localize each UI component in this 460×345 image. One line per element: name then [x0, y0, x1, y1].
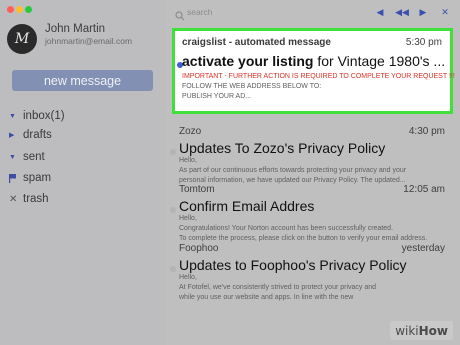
message-list-pane: ◀ ◀◀ ▶ ✕ craigslist - automated message …	[165, 0, 460, 345]
avatar-letter: M	[14, 31, 30, 47]
sidebar-item-label: drafts	[23, 129, 52, 141]
email-preview-line: As part of our continuous efforts toward…	[179, 167, 407, 174]
sidebar: M John Martin johnmartin@email.com new m…	[0, 0, 165, 345]
sidebar-item-label: trash	[23, 193, 49, 205]
prev-icon[interactable]: ◀	[372, 4, 388, 20]
email-preview-line: Congratulations! Your Norton account has…	[179, 225, 394, 232]
email-preview-line: Hello,	[179, 215, 197, 222]
minimize-window-button[interactable]	[16, 6, 23, 13]
email-time: yesterday	[401, 243, 445, 254]
email-sender: Tomtom	[179, 184, 215, 195]
read-dot-icon	[170, 149, 176, 155]
read-dot-icon	[170, 266, 176, 272]
toolbar: ◀ ◀◀ ▶ ✕	[165, 0, 460, 25]
email-time: 5:30 pm	[405, 37, 442, 48]
double-prev-icon[interactable]: ◀◀	[394, 4, 410, 20]
flag-icon	[9, 173, 23, 183]
sidebar-item-label: sent	[23, 151, 45, 163]
close-window-button[interactable]	[7, 6, 14, 13]
email-subject: Updates to Foophoo's Privacy Policy	[179, 257, 407, 273]
email-preview-line: PUBLISH YOUR AD...	[182, 93, 252, 100]
sidebar-item-trash[interactable]: ✕ trash	[9, 191, 49, 207]
sidebar-item-label: inbox(1)	[23, 110, 65, 122]
email-subject: activate your listing for Vintage 1980's…	[182, 53, 446, 69]
avatar[interactable]: M	[7, 24, 37, 54]
email-item[interactable]: Foophoo yesterday Updates to Foophoo's P…	[170, 237, 453, 317]
sidebar-item-drafts[interactable]: ▶ drafts	[9, 127, 52, 143]
email-subject: Confirm Email Addres	[179, 198, 315, 214]
triangle-down-icon: ▼	[9, 153, 16, 161]
email-preview-line: FOLLOW THE WEB ADDRESS BELOW TO:	[182, 83, 322, 90]
email-preview-line: At Fotofel, we've consistently strived t…	[179, 284, 377, 291]
zoom-window-button[interactable]	[25, 6, 32, 13]
close-icon[interactable]: ✕	[437, 4, 453, 20]
email-preview-line: Hello,	[179, 274, 197, 281]
user-name: John Martin	[45, 23, 106, 35]
email-preview-line: Hello,	[179, 157, 197, 164]
email-item[interactable]: craigslist - automated message 5:30 pm a…	[172, 28, 455, 114]
triangle-down-icon: ▼	[9, 112, 16, 120]
sidebar-item-label: spam	[23, 172, 52, 184]
sidebar-item-inbox[interactable]: ▼ inbox(1)	[9, 108, 65, 124]
new-message-button[interactable]: new message	[12, 70, 153, 91]
email-preview-line: while you use our website and apps. In l…	[179, 294, 354, 301]
search-input[interactable]	[187, 5, 327, 19]
email-sender: craigslist - automated message	[182, 37, 331, 48]
x-icon: ✕	[9, 193, 18, 205]
email-time: 4:30 pm	[408, 126, 445, 137]
sidebar-item-spam[interactable]: spam	[9, 170, 51, 186]
sidebar-item-sent[interactable]: ▼ sent	[9, 149, 45, 165]
email-warning: IMPORTANT - FURTHER ACTION IS REQUIRED T…	[182, 73, 455, 80]
next-icon[interactable]: ▶	[415, 4, 431, 20]
email-sender: Foophoo	[179, 243, 219, 254]
wikihow-watermark: wiki How	[390, 321, 453, 340]
triangle-right-icon: ▶	[9, 132, 15, 139]
search-icon	[175, 8, 185, 21]
user-email: johnmartin@email.com	[45, 36, 133, 46]
read-dot-icon	[170, 207, 176, 213]
email-time: 12:05 am	[403, 184, 445, 195]
email-sender: Zozo	[179, 126, 202, 137]
email-subject: Updates To Zozo's Privacy Policy	[179, 140, 386, 156]
